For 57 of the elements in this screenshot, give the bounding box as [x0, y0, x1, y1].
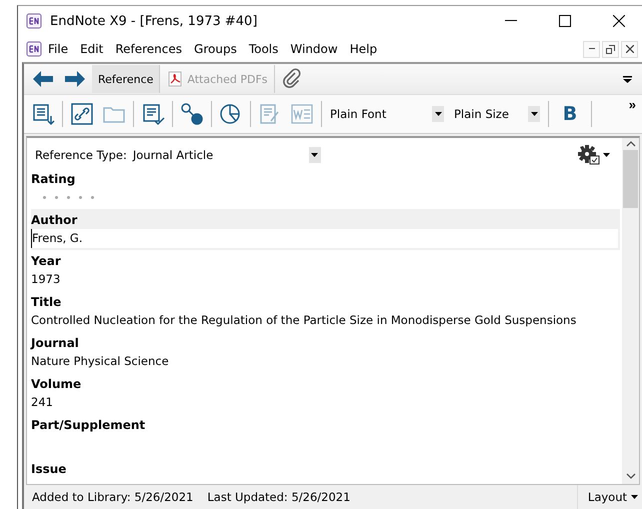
caret-icon — [603, 153, 610, 157]
bold-button[interactable]: B — [553, 102, 587, 126]
field-label: Rating — [31, 171, 76, 188]
reference-type-label: Reference Type: — [35, 148, 127, 162]
minimize-icon — [588, 48, 594, 50]
menu-item[interactable]: Help — [344, 42, 384, 56]
field-value[interactable]: 1973 — [31, 270, 620, 289]
document-check-icon — [141, 102, 165, 126]
menu-item[interactable]: Window — [284, 42, 344, 56]
field-label: Year — [31, 253, 62, 270]
field-value[interactable]: Nature Physical Science — [31, 352, 620, 371]
app-logo-icon — [26, 13, 42, 29]
scroll-thumb[interactable] — [623, 150, 638, 208]
link-icon — [70, 102, 94, 126]
field-value[interactable]: 241 — [31, 393, 620, 412]
caret-icon — [622, 76, 632, 82]
menu-item[interactable]: Tools — [242, 42, 284, 56]
caret-icon — [631, 495, 638, 499]
scrollbar[interactable] — [622, 138, 639, 484]
added-date: Added to Library: 5/26/2021 — [32, 490, 194, 504]
menu-item[interactable]: Groups — [188, 42, 243, 56]
more-button[interactable]: » — [622, 95, 642, 114]
restore-icon — [606, 44, 615, 54]
close-button[interactable] — [621, 40, 638, 58]
layout-button[interactable]: Layout — [576, 485, 642, 509]
caret-icon — [434, 112, 442, 116]
node-link-icon — [180, 102, 204, 126]
caret-icon — [311, 153, 318, 157]
field-label: Journal — [31, 335, 80, 352]
field-label: Part/Supplement — [31, 417, 146, 434]
tab[interactable]: Reference — [92, 65, 160, 93]
field-label: Volume — [31, 376, 82, 393]
window-title: EndNote X9 - [Frens, 1973 #40] — [50, 14, 258, 28]
caret-icon — [530, 112, 538, 116]
menu-item[interactable]: File — [42, 42, 74, 56]
font-dropdown[interactable]: Plain Font — [326, 103, 448, 125]
menu-item[interactable]: References — [109, 42, 188, 56]
maximize-icon — [559, 15, 571, 27]
menu-item[interactable]: Edit — [74, 42, 110, 56]
minimize-button[interactable] — [583, 40, 600, 58]
word-document-icon — [290, 102, 314, 126]
field-value[interactable]: Frens, G. — [31, 229, 618, 248]
updated-date: Last Updated: 5/26/2021 — [207, 490, 350, 504]
field-label: Issue — [31, 461, 68, 478]
close-icon — [626, 45, 634, 53]
document-arrow-icon — [31, 102, 55, 126]
reference-type-dropdown[interactable]: Journal Article — [132, 147, 321, 163]
field-label: Author — [31, 212, 78, 229]
field-label: Title — [31, 294, 62, 311]
field-value[interactable]: Controlled Nucleation for the Regulation of the Particle Size in Monodisperse Gold Suspensions — [31, 311, 620, 330]
app-logo-icon — [26, 41, 42, 57]
settings-icon — [578, 145, 600, 165]
size-dropdown[interactable]: Plain Size — [450, 103, 544, 125]
restore-button[interactable] — [602, 40, 619, 58]
minimize-icon — [505, 20, 517, 22]
pdf-icon — [168, 71, 184, 87]
close-icon — [613, 15, 625, 27]
